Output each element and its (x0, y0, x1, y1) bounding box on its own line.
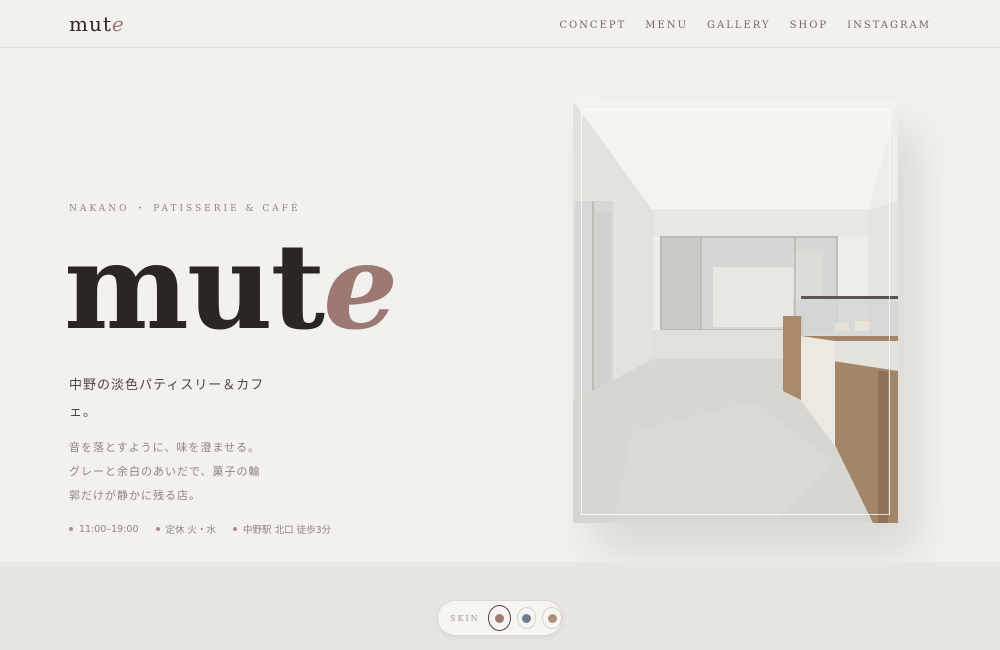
info-list: 11:00–19:00 定休 火・水 中野駅 北口 徒歩3分 (69, 522, 331, 536)
skin-swatch-blue[interactable] (516, 607, 537, 629)
info-access: 中野駅 北口 徒歩3分 (233, 522, 331, 536)
hero-description: 音を落とすように、味を澄ませる。グレーと余白のあいだで、菓子の輪郭だけが静かに残… (69, 441, 261, 502)
hero-photo (573, 101, 898, 523)
logo-main: mut (69, 12, 112, 36)
skin-swatch-beige[interactable] (542, 607, 562, 629)
skin-switcher: SKIN (437, 600, 563, 636)
hero-title-accent: e (323, 217, 399, 356)
bullet-dot-icon (155, 527, 160, 531)
info-hours: 11:00–19:00 (69, 522, 139, 536)
nav-gallery[interactable]: GALLERY (707, 20, 771, 31)
bullet-dot-icon (233, 527, 238, 531)
nav-instagram[interactable]: INSTAGRAM (847, 20, 931, 31)
hero-title: mute (64, 228, 398, 346)
hero-subtitle: 中野の淡色パティスリー＆カフェ。 (69, 378, 265, 420)
skin-swatch-rose[interactable] (487, 605, 511, 631)
hero-eyebrow: NAKANO ・ PATISSERIE & CAFÉ (69, 204, 301, 214)
main-nav: CONCEPT MENU GALLERY SHOP INSTAGRAM (559, 20, 931, 31)
logo[interactable]: mute (69, 12, 125, 36)
nav-shop[interactable]: SHOP (790, 20, 829, 31)
info-closed-text: 定休 火・水 (165, 525, 217, 536)
info-access-text: 中野駅 北口 徒歩3分 (243, 525, 332, 536)
bullet-dot-icon (69, 527, 73, 531)
hero-title-main: mut (64, 217, 325, 356)
swatch-dot-icon (522, 613, 532, 623)
swatch-dot-icon (547, 613, 557, 623)
nav-menu[interactable]: MENU (645, 20, 688, 31)
nav-concept[interactable]: CONCEPT (559, 20, 626, 31)
info-closed-days: 定休 火・水 (155, 522, 217, 536)
info-hours-text: 11:00–19:00 (79, 523, 139, 535)
cafe-interior-illustration (573, 101, 898, 523)
site-header: mute CONCEPT MENU GALLERY SHOP INSTAGRAM (0, 0, 1000, 48)
skin-label: SKIN (450, 613, 480, 623)
swatch-dot-icon (494, 613, 504, 623)
logo-accent: e (111, 12, 125, 36)
